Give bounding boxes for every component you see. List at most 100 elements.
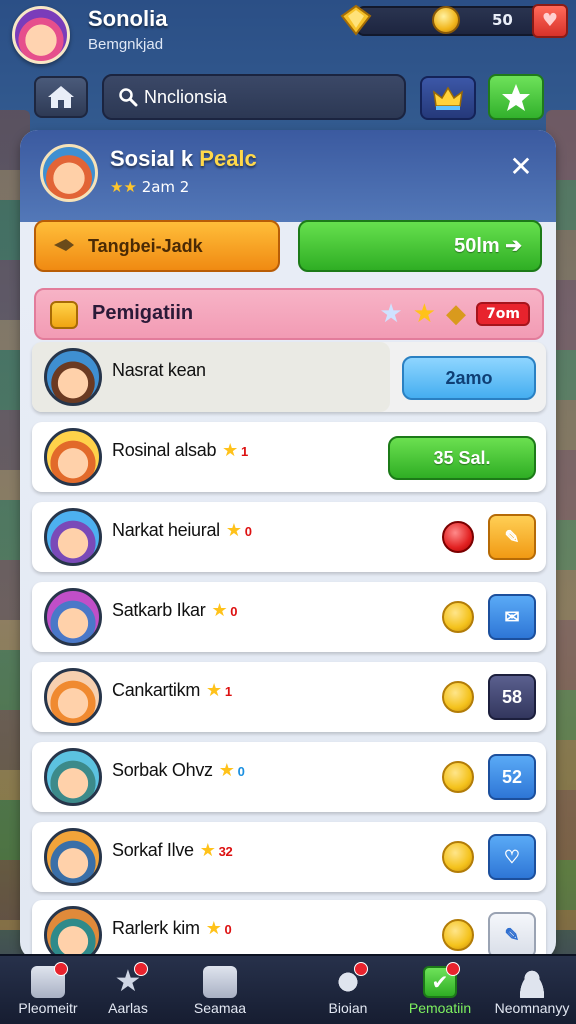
user-name: Sonolia bbox=[88, 6, 168, 31]
star-icon: ★ bbox=[211, 600, 228, 620]
avatar bbox=[44, 906, 102, 960]
orange-action-label: Tangbei-Jadk bbox=[88, 236, 203, 256]
group-name-accent: Pealc bbox=[199, 146, 257, 171]
nav-item-stars[interactable]: ★ Aarlas bbox=[80, 956, 176, 1024]
level-value: 32 bbox=[218, 844, 233, 859]
friend-name: Rosinal alsab ★ 1 bbox=[112, 440, 248, 461]
friend-name-text: Satkarb Ikar bbox=[112, 600, 206, 620]
home-icon bbox=[48, 86, 74, 108]
star-icon: ★ bbox=[199, 840, 216, 860]
avatar bbox=[44, 428, 102, 486]
list-header-badges: ★ ★ ◆ 7om bbox=[379, 300, 530, 328]
group-rating-text: 2am 2 bbox=[141, 178, 190, 196]
panel-header: Sosial k Pealc ★★ 2am 2 ✕ bbox=[20, 130, 556, 222]
status-emoji-icon bbox=[442, 761, 474, 793]
friend-row[interactable]: Sorbak Ohvz ★ 0 52 bbox=[32, 742, 546, 812]
chat-button[interactable]: ✉ bbox=[488, 594, 536, 640]
avatar bbox=[44, 508, 102, 566]
friend-row[interactable]: Satkarb Ikar ★ 0 ✉ bbox=[32, 582, 546, 652]
resource-value: 50 bbox=[492, 11, 513, 29]
nav-label: Seamaa bbox=[193, 1000, 247, 1016]
friend-row[interactable]: Nasrat kean 2amo bbox=[32, 342, 546, 412]
invite-button[interactable]: 2amo bbox=[402, 356, 536, 400]
avatar bbox=[44, 588, 102, 646]
coin-icon bbox=[432, 6, 460, 34]
search-input[interactable]: Nnclionsia bbox=[144, 87, 227, 108]
friend-row[interactable]: Rosinal alsab ★ 1 35 Sal. bbox=[32, 422, 546, 492]
group-name-main: Sosial k bbox=[110, 146, 194, 171]
green-action-button[interactable]: 50lm ➔ bbox=[298, 220, 542, 272]
score-button[interactable]: 52 bbox=[488, 754, 536, 800]
search-bar[interactable]: Nnclionsia bbox=[102, 74, 406, 120]
like-button[interactable]: ♡ bbox=[488, 834, 536, 880]
friend-name: Nasrat kean bbox=[112, 360, 206, 380]
level-value: 1 bbox=[224, 684, 232, 699]
list-header: Pemigatiin ★ ★ ◆ 7om bbox=[34, 288, 544, 340]
notification-badge bbox=[446, 962, 460, 976]
status-emoji-icon bbox=[442, 601, 474, 633]
status-emoji-icon bbox=[442, 841, 474, 873]
nav-item-friends[interactable]: ✔ Pemoatiin bbox=[392, 956, 488, 1024]
star-icon: ★ bbox=[218, 760, 235, 780]
group-name: Sosial k Pealc bbox=[110, 146, 257, 172]
nav-item-mail[interactable]: Seamaa bbox=[172, 956, 268, 1024]
friend-row[interactable]: Cankartikm ★ 1 58 bbox=[32, 662, 546, 732]
star-icon: ★ bbox=[225, 520, 242, 540]
profile-icon bbox=[515, 966, 549, 998]
friend-name: Sorbak Ohvz ★ 0 bbox=[112, 760, 245, 781]
avatar bbox=[44, 748, 102, 806]
nav-item-group[interactable]: Bioian bbox=[300, 956, 396, 1024]
friend-name-text: Sorkaf Ilve bbox=[112, 840, 194, 860]
level-value: 0 bbox=[230, 604, 238, 619]
hand-icon bbox=[54, 239, 74, 251]
gift-button[interactable]: ✎ bbox=[488, 514, 536, 560]
crown-icon bbox=[433, 86, 463, 110]
friend-name: Cankartikm ★ 1 bbox=[112, 680, 232, 701]
heart-icon[interactable]: ♥ bbox=[532, 4, 568, 38]
friend-name-text: Rosinal alsab bbox=[112, 440, 217, 460]
friend-row[interactable]: Sorkaf Ilve ★ 32 ♡ bbox=[32, 822, 546, 892]
home-button[interactable] bbox=[34, 76, 88, 118]
add-friend-button[interactable] bbox=[488, 74, 544, 120]
avatar bbox=[44, 348, 102, 406]
star-icon: ★ bbox=[206, 680, 222, 700]
bottom-nav: Pleomeitr ★ Aarlas Seamaa Bioian ✔ Pemoa… bbox=[0, 954, 576, 1024]
top-bar: Sonolia Bemgnkjad 50 ♥ bbox=[0, 0, 576, 68]
gem-icon: ◆ bbox=[446, 299, 467, 329]
friend-name: Rarlerk kim ★ 0 bbox=[112, 918, 232, 939]
level-value: 0 bbox=[224, 922, 232, 937]
crown-button[interactable] bbox=[420, 76, 476, 120]
friend-name-text: Narkat heiural bbox=[112, 520, 220, 540]
orange-action-button[interactable]: Tangbei-Jadk bbox=[34, 220, 280, 272]
close-icon[interactable]: ✕ bbox=[506, 152, 536, 182]
friend-name-text: Rarlerk kim bbox=[112, 918, 200, 938]
avatar bbox=[44, 828, 102, 886]
nav-label: Pemoatiin bbox=[408, 1000, 472, 1016]
mail-icon bbox=[203, 966, 237, 998]
friend-row[interactable]: Rarlerk kim ★ 0 ✎ bbox=[32, 900, 546, 960]
star-icon: ★ bbox=[412, 299, 437, 329]
group-avatar bbox=[40, 144, 98, 202]
user-subtitle: Bemgnkjad bbox=[88, 36, 164, 53]
edit-button[interactable]: ✎ bbox=[488, 912, 536, 958]
level-value: 0 bbox=[244, 524, 252, 539]
friend-name: Narkat heiural ★ 0 bbox=[112, 520, 252, 541]
friend-name: Satkarb Ikar ★ 0 bbox=[112, 600, 238, 621]
shield-icon bbox=[50, 301, 78, 329]
friend-name-text: Cankartikm bbox=[112, 680, 201, 700]
group-rating: ★★ 2am 2 bbox=[110, 178, 189, 196]
nav-item-profile[interactable]: Neomnanyy bbox=[484, 956, 576, 1024]
nav-label: Neomnanyy bbox=[494, 1000, 570, 1016]
nav-label: Aarlas bbox=[108, 1000, 148, 1016]
search-icon bbox=[119, 88, 138, 107]
level-value: 1 bbox=[241, 444, 248, 459]
notification-badge bbox=[354, 962, 368, 976]
score-button[interactable]: 58 bbox=[488, 674, 536, 720]
count-badge: 7om bbox=[476, 302, 530, 326]
send-coins-button[interactable]: 35 Sal. bbox=[388, 436, 536, 480]
star-icon: ★ bbox=[205, 918, 222, 938]
friend-row[interactable]: Narkat heiural ★ 0 ✎ bbox=[32, 502, 546, 572]
status-emoji-icon bbox=[442, 919, 474, 951]
user-avatar[interactable] bbox=[12, 6, 70, 64]
nav-label: Bioian bbox=[328, 1000, 368, 1016]
